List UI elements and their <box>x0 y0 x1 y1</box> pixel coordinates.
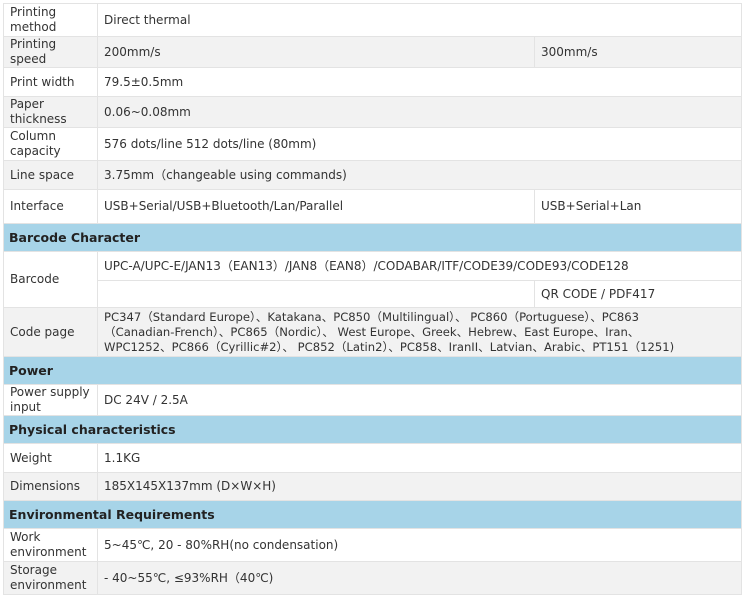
value-column-capacity: 576 dots/line 512 dots/line (80mm) <box>96 127 743 161</box>
label-storage-environment: Storage environment <box>3 561 98 595</box>
section-title-power: Power <box>2 356 743 385</box>
page: Printing method Direct thermal Printing … <box>0 0 747 608</box>
value-barcode-2d: QR CODE / PDF417 <box>533 280 743 308</box>
value-printing-speed-2: 300mm/s <box>533 36 743 68</box>
value-printing-method: Direct thermal <box>96 3 743 37</box>
label-barcode: Barcode <box>3 251 98 308</box>
label-work-environment: Work environment <box>3 528 98 562</box>
row-paper-thickness: Paper thickness 0.06~0.08mm <box>3 96 743 128</box>
label-interface: Interface <box>3 189 98 224</box>
row-barcode-2d: QR CODE / PDF417 <box>4 280 743 308</box>
value-paper-thickness: 0.06~0.08mm <box>96 96 743 128</box>
row-power-supply: Power supply input DC 24V / 2.5A <box>3 384 743 416</box>
row-interface: Interface USB+Serial/USB+Bluetooth/Lan/P… <box>3 189 743 224</box>
section-power: Power <box>2 356 743 385</box>
value-work-environment: 5~45℃, 20 - 80%RH(no condensation) <box>96 528 743 562</box>
section-physical: Physical characteristics <box>2 415 743 444</box>
value-storage-environment: - 40~55℃, ≤93%RH（40℃) <box>96 561 743 595</box>
section-title-physical: Physical characteristics <box>2 415 743 444</box>
row-dimensions: Dimensions 185X145X137mm (D×W×H) <box>3 472 743 501</box>
label-dimensions: Dimensions <box>3 472 98 501</box>
value-interface-2: USB+Serial+Lan <box>533 189 743 224</box>
row-code-page: Code page PC347（Standard Europe）、Katakan… <box>3 307 743 357</box>
row-printing-method: Printing method Direct thermal <box>3 3 743 37</box>
value-weight: 1.1KG <box>96 443 743 473</box>
row-printing-speed: Printing speed 200mm/s 300mm/s <box>3 36 743 68</box>
label-line-space: Line space <box>3 160 98 190</box>
code-page-line-1: PC347（Standard Europe）、Katakana、PC850（Mu… <box>104 309 640 324</box>
label-power-supply: Power supply input <box>3 384 98 416</box>
code-page-line-2: （Canadian-French）、PC865（Nordic）、 West Eu… <box>104 324 640 339</box>
row-column-capacity: Column capacity 576 dots/line 512 dots/l… <box>3 127 743 161</box>
label-print-width: Print width <box>3 67 98 97</box>
barcode-2d-spacer <box>97 280 535 308</box>
label-column-capacity: Column capacity <box>3 127 98 161</box>
label-paper-thickness: Paper thickness <box>3 96 98 128</box>
value-code-page: PC347（Standard Europe）、Katakana、PC850（Mu… <box>96 307 743 357</box>
section-title-environmental: Environmental Requirements <box>2 500 743 529</box>
value-printing-speed: 200mm/s <box>97 36 535 68</box>
row-weight: Weight 1.1KG <box>3 443 743 473</box>
value-print-width: 79.5±0.5mm <box>96 67 743 97</box>
code-page-line-3: WPC1252、PC866（Cyrillic#2）、 PC852（Latin2）… <box>104 339 675 354</box>
section-environmental: Environmental Requirements <box>2 500 743 529</box>
value-barcode-1d: UPC-A/UPC-E/JAN13（EAN13）/JAN8（EAN8）/CODA… <box>96 251 743 281</box>
row-work-environment: Work environment 5~45℃, 20 - 80%RH(no co… <box>3 528 743 562</box>
label-printing-method: Printing method <box>3 3 98 37</box>
row-barcode-1d: Barcode UPC-A/UPC-E/JAN13（EAN13）/JAN8（EA… <box>3 251 743 308</box>
label-code-page: Code page <box>3 307 98 357</box>
spec-table: Printing method Direct thermal Printing … <box>2 3 743 595</box>
value-dimensions: 185X145X137mm (D×W×H) <box>96 472 743 501</box>
value-power-supply: DC 24V / 2.5A <box>96 384 743 416</box>
value-interface: USB+Serial/USB+Bluetooth/Lan/Parallel <box>97 189 535 224</box>
value-line-space: 3.75mm（changeable using commands) <box>96 160 743 190</box>
row-line-space: Line space 3.75mm（changeable using comma… <box>3 160 743 190</box>
section-barcode-character: Barcode Character <box>2 223 743 252</box>
label-weight: Weight <box>3 443 98 473</box>
label-printing-speed: Printing speed <box>3 36 98 68</box>
row-storage-environment: Storage environment - 40~55℃, ≤93%RH（40℃… <box>3 561 743 595</box>
row-print-width: Print width 79.5±0.5mm <box>3 67 743 97</box>
section-title-barcode-character: Barcode Character <box>2 223 743 252</box>
